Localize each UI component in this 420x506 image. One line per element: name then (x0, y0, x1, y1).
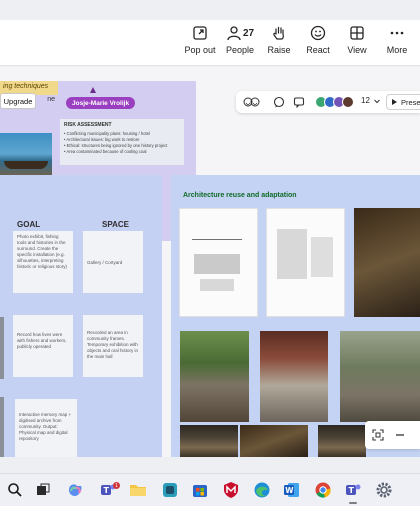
space-card-text: Gallery / Cortyard (87, 260, 123, 265)
raise-label: Raise (267, 45, 291, 55)
raise-hand-button[interactable]: Raise (257, 22, 301, 64)
goal-card-text: Photo exhibit, fishing tools and histori… (17, 234, 68, 269)
space-card[interactable]: Recorded an area in community frames. Te… (83, 315, 143, 377)
space-card-text: Recorded an area in community frames. Te… (87, 330, 139, 359)
chrome-icon[interactable] (313, 480, 333, 500)
edge-icon[interactable] (252, 480, 272, 500)
grid-view-icon (350, 26, 364, 40)
app-icon[interactable] (160, 480, 180, 500)
boat-photo[interactable] (0, 133, 52, 179)
smiley-icon (310, 25, 326, 41)
people-label: People (225, 45, 255, 55)
collaboration-toolbar: 12 Prese (236, 91, 420, 113)
architecture-photo[interactable] (260, 331, 328, 422)
zoom-controls (365, 421, 420, 449)
store-icon[interactable] (190, 480, 210, 500)
more-dots-icon (390, 31, 404, 35)
teams-meeting-icon[interactable]: T (343, 480, 363, 504)
architecture-photo[interactable] (180, 425, 238, 457)
settings-icon[interactable] (374, 480, 394, 500)
svg-text:T: T (104, 486, 110, 495)
raise-hand-icon (273, 26, 284, 40)
pop-out-button[interactable]: Pop out (178, 22, 222, 64)
view-button[interactable]: View (335, 22, 379, 64)
svg-text:T: T (349, 486, 355, 495)
risk-line: • Area contaminated because of cooling c… (64, 149, 147, 154)
react-button[interactable]: React (296, 22, 340, 64)
offscreen-card-edge (0, 397, 4, 457)
architecture-photo[interactable] (354, 208, 420, 317)
comment-icon[interactable] (292, 94, 306, 110)
svg-text:W: W (285, 486, 294, 495)
architecture-title: Architecture reuse and adaptation (183, 192, 297, 199)
teams-notification-badge: 1 (113, 482, 120, 489)
risk-assessment-note[interactable]: RISK ASSESSMENT • Conflicting municipali… (60, 119, 184, 165)
task-view-icon[interactable] (33, 480, 53, 500)
play-icon (392, 99, 397, 105)
space-heading: SPACE (102, 220, 129, 229)
word-icon[interactable]: W (282, 480, 302, 500)
chat-icon[interactable] (272, 94, 286, 110)
architecture-photo[interactable] (340, 331, 420, 422)
offscreen-card-edge (0, 317, 4, 379)
risk-title: RISK ASSESSMENT (64, 122, 112, 128)
view-label: View (347, 45, 367, 55)
meeting-toolbar: Pop out 27 People Raise React View More (0, 20, 420, 66)
space-card[interactable]: Gallery / Cortyard (83, 231, 143, 293)
windows-taskbar: T 1 W T (0, 473, 420, 506)
copilot-icon[interactable] (65, 480, 85, 500)
reactions-icon[interactable] (242, 94, 262, 110)
collaborator-name-tag: Josje-Marie Vrolijk (66, 97, 136, 109)
file-explorer-icon[interactable] (128, 480, 148, 500)
collaborator-cursor-icon (90, 87, 96, 93)
architecture-sketch[interactable] (179, 208, 258, 317)
participant-count-value: 12 (361, 96, 370, 105)
goal-card[interactable]: Record how lives were with fishers and w… (13, 315, 73, 377)
architecture-sketch[interactable] (266, 208, 345, 317)
architecture-photo[interactable] (240, 425, 308, 457)
goal-card[interactable]: Photo exhibit, fishing tools and histori… (13, 231, 73, 293)
zoom-out-icon[interactable] (393, 427, 407, 443)
upgrade-button[interactable]: Upgrade (0, 93, 36, 109)
goal-heading: GOAL (17, 220, 41, 229)
search-icon[interactable] (5, 480, 25, 500)
goal-card[interactable]: Interactive memory map + digitised archi… (15, 399, 77, 457)
people-count: 27 (242, 27, 255, 39)
more-button[interactable]: More (375, 22, 419, 64)
pop-out-icon (193, 26, 207, 40)
teams-icon[interactable]: T 1 (98, 480, 120, 500)
screen: Pop out 27 People Raise React View More … (0, 0, 420, 506)
mcafee-icon[interactable] (221, 480, 241, 500)
avatar[interactable] (342, 96, 354, 108)
more-label: More (386, 45, 408, 55)
present-button[interactable]: Prese (386, 94, 420, 110)
architecture-photo[interactable] (318, 425, 366, 457)
active-app-indicator (349, 502, 357, 504)
people-icon (227, 26, 241, 41)
react-label: React (306, 45, 330, 55)
participant-count[interactable]: 12 (361, 96, 381, 105)
whiteboard-canvas[interactable]: ing techniques ne Upgrade Josje-Marie Vr… (0, 67, 420, 457)
goal-card-text: Interactive memory map + digitised archi… (19, 412, 72, 441)
present-label: Prese (401, 97, 420, 107)
fit-to-screen-icon[interactable] (371, 427, 385, 443)
architecture-photo[interactable] (180, 331, 249, 422)
goal-card-text: Record how lives were with fishers and w… (17, 332, 67, 349)
pop-out-label: Pop out (184, 45, 216, 55)
chevron-down-icon (374, 99, 380, 103)
people-button[interactable]: 27 People (218, 22, 262, 64)
